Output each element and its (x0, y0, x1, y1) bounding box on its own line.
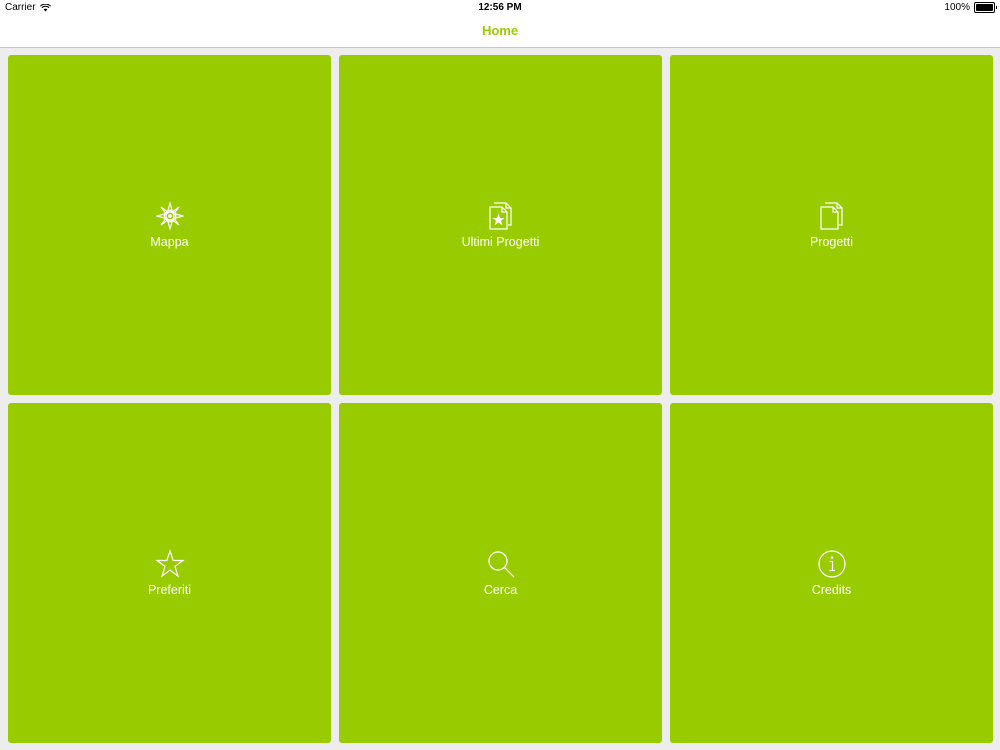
tile-credits[interactable]: Credits (670, 403, 993, 743)
tile-preferiti[interactable]: Preferiti (8, 403, 331, 743)
battery-fill (976, 4, 993, 11)
status-bar: Carrier 12:56 PM 100% (0, 0, 1000, 16)
tile-mappa[interactable]: Mappa (8, 55, 331, 395)
compass-icon (155, 201, 185, 231)
star-icon (154, 549, 185, 579)
battery-percentage: 100% (944, 2, 970, 13)
tile-cerca[interactable]: Cerca (339, 403, 662, 743)
status-time: 12:56 PM (478, 2, 522, 13)
tile-label: Cerca (483, 583, 518, 597)
documents-icon (817, 201, 847, 231)
tile-ultimi-progetti[interactable]: Ultimi Progetti (339, 55, 662, 395)
page-title: Home (481, 23, 519, 38)
tile-label: Preferiti (147, 583, 192, 597)
status-right: 100% (944, 2, 997, 13)
tile-label: Mappa (150, 235, 189, 249)
starred-documents-icon (486, 201, 516, 231)
battery-icon (974, 2, 997, 13)
tile-label: Ultimi Progetti (461, 235, 540, 249)
info-icon (817, 549, 847, 579)
home-grid: Mappa Ultimi Progetti Progetti Preferiti… (8, 55, 993, 743)
tile-progetti[interactable]: Progetti (670, 55, 993, 395)
tile-label: Credits (811, 583, 852, 597)
navigation-bar: Home (0, 16, 1000, 48)
search-icon (486, 549, 516, 579)
tile-label: Progetti (809, 235, 854, 249)
